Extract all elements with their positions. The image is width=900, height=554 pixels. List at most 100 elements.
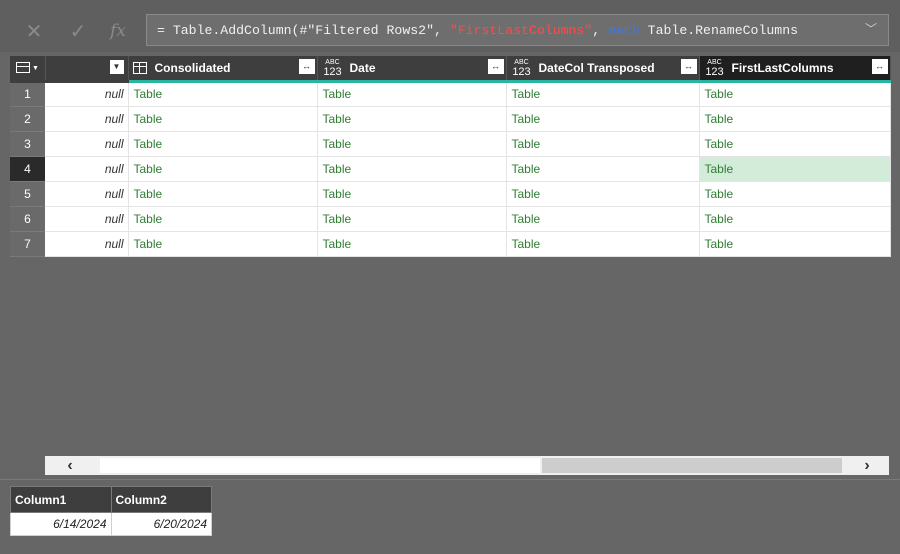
- preview-column-header: Column2: [110, 486, 212, 513]
- table-cell[interactable]: Table: [699, 181, 891, 207]
- type-123-label: 123: [512, 65, 531, 78]
- row-number[interactable]: 3: [10, 131, 45, 157]
- column-name: DateCol Transposed: [538, 60, 655, 75]
- null-cell[interactable]: null: [45, 156, 129, 182]
- row-number[interactable]: 5: [10, 181, 45, 207]
- caret-down-icon: ▼: [32, 65, 39, 72]
- formula-suffix: Table.RenameColumns: [639, 22, 799, 38]
- column-header-date[interactable]: ABC 123 Date ↔: [317, 56, 507, 83]
- type-123-label: 123: [323, 65, 342, 78]
- scroll-right-button[interactable]: ›: [845, 456, 889, 475]
- table-cell[interactable]: Table: [128, 181, 318, 207]
- table-cell[interactable]: Table: [317, 156, 507, 182]
- any-type-icon[interactable]: ABC 123: [511, 58, 533, 78]
- null-cell[interactable]: null: [45, 81, 129, 107]
- row-number[interactable]: 4: [10, 156, 45, 182]
- close-icon[interactable]: ✕: [18, 16, 50, 46]
- null-cell[interactable]: null: [45, 181, 129, 207]
- formula-prefix: = Table.AddColumn(#"Filtered Rows2",: [157, 22, 450, 38]
- table-cell[interactable]: Table: [699, 106, 891, 132]
- table-cell[interactable]: Table: [699, 231, 891, 257]
- formula-bar: ✕ ✓ fx = Table.AddColumn(#"Filtered Rows…: [0, 0, 900, 52]
- table-row: 5 null Table Table Table Table: [10, 181, 891, 207]
- filter-dropdown-icon[interactable]: ▼: [109, 60, 124, 74]
- formula-mid: ,: [592, 22, 609, 38]
- column-name: FirstLastColumns: [731, 60, 834, 75]
- null-cell[interactable]: null: [45, 106, 129, 132]
- table-cell[interactable]: Table: [128, 81, 318, 107]
- table-row: 7 null Table Table Table Table: [10, 231, 891, 257]
- scroll-left-button[interactable]: ‹: [45, 456, 95, 475]
- column-name: Consolidated: [154, 60, 231, 75]
- table-cell[interactable]: Table: [128, 231, 318, 257]
- any-type-icon[interactable]: ABC 123: [704, 58, 726, 78]
- expand-column-icon[interactable]: ↔: [680, 59, 697, 74]
- null-cell[interactable]: null: [45, 231, 129, 257]
- type-123-label: 123: [705, 65, 724, 78]
- column-header-unnamed[interactable]: ▼: [45, 56, 129, 83]
- column-header-firstlastcolumns[interactable]: ABC 123 FirstLastColumns ↔: [699, 56, 891, 83]
- column-name: Date: [349, 60, 376, 75]
- preview-cell[interactable]: 6/20/2024: [110, 512, 212, 536]
- table-cell[interactable]: Table: [506, 156, 700, 182]
- table-cell[interactable]: Table: [128, 106, 318, 132]
- table-cell[interactable]: Table: [699, 81, 891, 107]
- table-cell[interactable]: Table: [317, 131, 507, 157]
- formula-input[interactable]: = Table.AddColumn(#"Filtered Rows2", "Fi…: [146, 14, 889, 46]
- row-number[interactable]: 6: [10, 206, 45, 232]
- type-abc-label: ABC: [514, 58, 529, 66]
- horizontal-scrollbar[interactable]: ‹ ›: [45, 456, 889, 475]
- row-number[interactable]: 7: [10, 231, 45, 257]
- table-cell[interactable]: Table: [506, 231, 700, 257]
- column-header-datecol-transposed[interactable]: ABC 123 DateCol Transposed ↔: [506, 56, 700, 83]
- fx-icon[interactable]: fx: [102, 16, 134, 46]
- table-icon: [16, 62, 30, 73]
- scrollbar-thumb[interactable]: [542, 458, 842, 473]
- table-cell[interactable]: Table: [506, 106, 700, 132]
- table-cell[interactable]: Table: [506, 206, 700, 232]
- formula-keyword: each: [608, 22, 640, 38]
- table-cell[interactable]: Table: [317, 181, 507, 207]
- selected-table-cell[interactable]: Table: [699, 156, 891, 182]
- expand-column-icon[interactable]: ↔: [298, 59, 315, 74]
- row-number[interactable]: 1: [10, 81, 45, 107]
- table-cell[interactable]: Table: [128, 156, 318, 182]
- any-type-icon[interactable]: ABC 123: [322, 58, 344, 78]
- column-header-consolidated[interactable]: Consolidated ↔: [128, 56, 318, 83]
- expand-column-icon[interactable]: ↔: [487, 59, 504, 74]
- table-row: 1 null Table Table Table Table: [10, 81, 891, 107]
- table-menu-button[interactable]: ▼: [10, 56, 46, 83]
- preview-table: Column1 Column2 6/14/2024 6/20/2024: [10, 486, 212, 536]
- table-row: 6/14/2024 6/20/2024: [10, 512, 212, 536]
- table-cell[interactable]: Table: [506, 131, 700, 157]
- table-type-icon[interactable]: [132, 61, 147, 74]
- table-cell[interactable]: Table: [317, 106, 507, 132]
- data-grid: ▼ ▼ Consolidated ↔ ABC 123 Date ↔ ABC 12…: [10, 56, 891, 257]
- type-abc-label: ABC: [325, 58, 340, 66]
- table-row: 3 null Table Table Table Table: [10, 131, 891, 157]
- table-cell[interactable]: Table: [317, 81, 507, 107]
- table-row: 6 null Table Table Table Table: [10, 206, 891, 232]
- table-row-selected: 4 null Table Table Table Table: [10, 156, 891, 182]
- row-number[interactable]: 2: [10, 106, 45, 132]
- null-cell[interactable]: null: [45, 206, 129, 232]
- chevron-down-icon[interactable]: ﹀: [864, 23, 878, 37]
- table-cell[interactable]: Table: [699, 131, 891, 157]
- table-cell[interactable]: Table: [506, 181, 700, 207]
- preview-column-header: Column1: [10, 486, 112, 513]
- formula-string: "FirstLastColumns": [449, 22, 593, 38]
- table-cell[interactable]: Table: [317, 206, 507, 232]
- type-abc-label: ABC: [707, 58, 722, 66]
- check-icon[interactable]: ✓: [62, 16, 94, 46]
- table-cell[interactable]: Table: [128, 206, 318, 232]
- table-cell[interactable]: Table: [699, 206, 891, 232]
- table-cell[interactable]: Table: [128, 131, 318, 157]
- table-cell[interactable]: Table: [317, 231, 507, 257]
- null-cell[interactable]: null: [45, 131, 129, 157]
- scrollbar-track-left[interactable]: [100, 458, 540, 473]
- table-cell[interactable]: Table: [506, 81, 700, 107]
- expand-column-icon[interactable]: ↔: [871, 59, 888, 74]
- preview-cell[interactable]: 6/14/2024: [10, 512, 112, 536]
- pane-divider[interactable]: [0, 479, 900, 480]
- table-row: 2 null Table Table Table Table: [10, 106, 891, 132]
